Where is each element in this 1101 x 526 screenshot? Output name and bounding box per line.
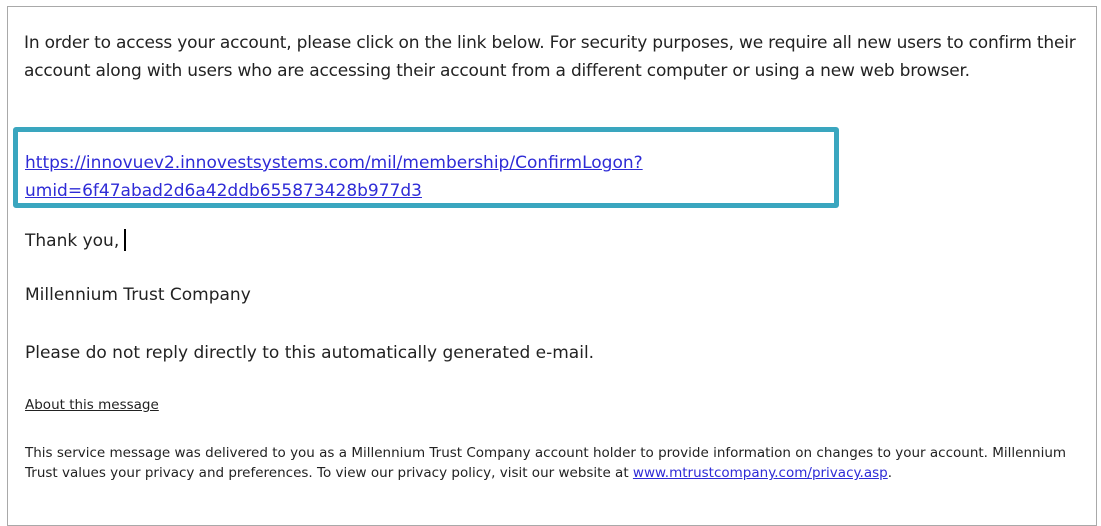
footer-end: .: [887, 465, 893, 481]
about-section: About this message: [25, 395, 159, 415]
confirm-link-line-1: https://innovuev2.innovestsystems.com/mi…: [25, 153, 643, 173]
intro-paragraph: In order to access your account, please …: [24, 33, 1076, 81]
email-content: In order to access your account, please …: [24, 29, 1094, 85]
confirm-link-line-2: umid=6f47abad2d6a42ddb655873428b977d3: [25, 181, 422, 201]
privacy-policy-link[interactable]: www.mtrustcompany.com/privacy.asp: [633, 465, 888, 481]
email-body: In order to access your account, please …: [7, 6, 1097, 526]
about-this-message-link[interactable]: About this message: [25, 397, 159, 413]
no-reply-notice: Please do not reply directly to this aut…: [25, 343, 595, 363]
thanks-text: Thank you,: [25, 231, 120, 251]
signature: Millennium Trust Company: [25, 285, 251, 305]
thanks-line[interactable]: Thank you,: [25, 229, 127, 253]
confirm-link-block: https://innovuev2.innovestsystems.com/mi…: [25, 149, 643, 205]
confirm-logon-link[interactable]: https://innovuev2.innovestsystems.com/mi…: [25, 153, 643, 201]
text-cursor: [124, 229, 127, 251]
footer-disclaimer: This service message was delivered to yo…: [25, 443, 1090, 483]
footer-text: This service message was delivered to yo…: [25, 445, 1067, 481]
